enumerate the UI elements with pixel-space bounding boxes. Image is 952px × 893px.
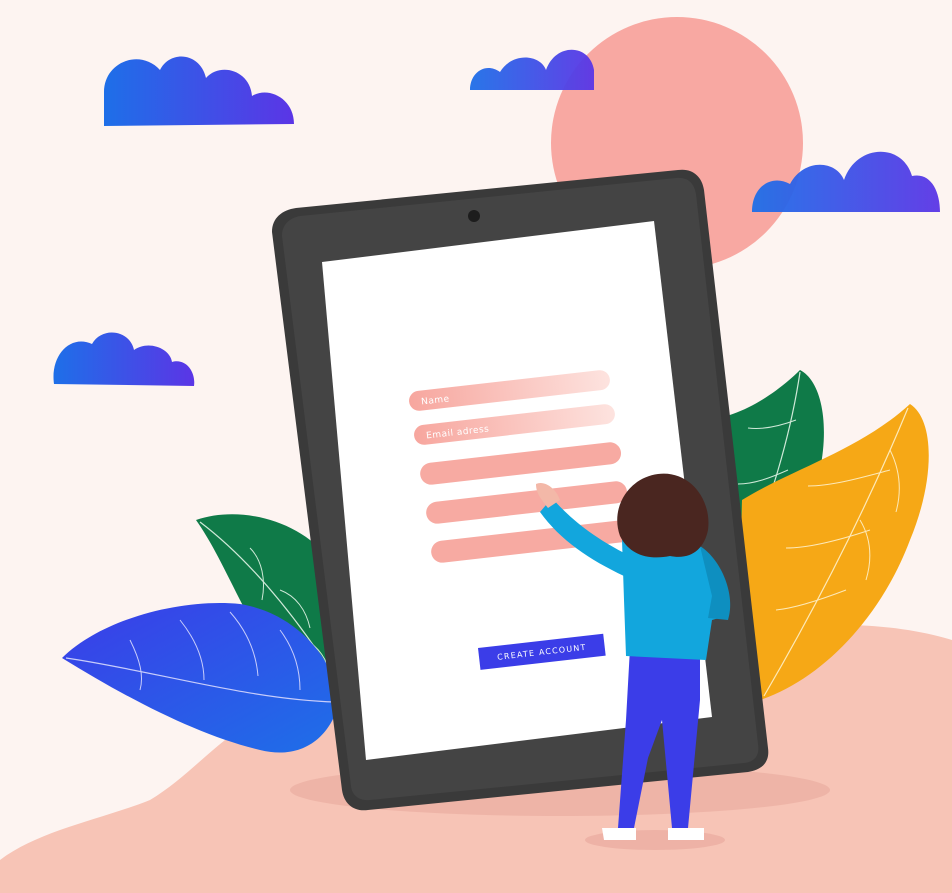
camera-icon <box>468 210 480 222</box>
illustration: Name Email adress CREATE ACCOUNT <box>0 0 952 893</box>
